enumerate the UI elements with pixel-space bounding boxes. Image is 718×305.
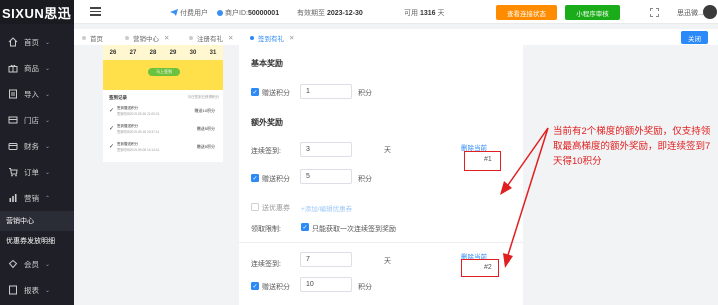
annotation-arrow-1 <box>507 127 549 186</box>
annotation-arrow-2 <box>507 127 549 256</box>
annotation-text: 当前有2个梯度的额外奖励，仅支持领取最高梯度的额外奖励，即连续签到7天得10积分 <box>553 126 711 167</box>
arrow-head-icon <box>503 253 513 268</box>
